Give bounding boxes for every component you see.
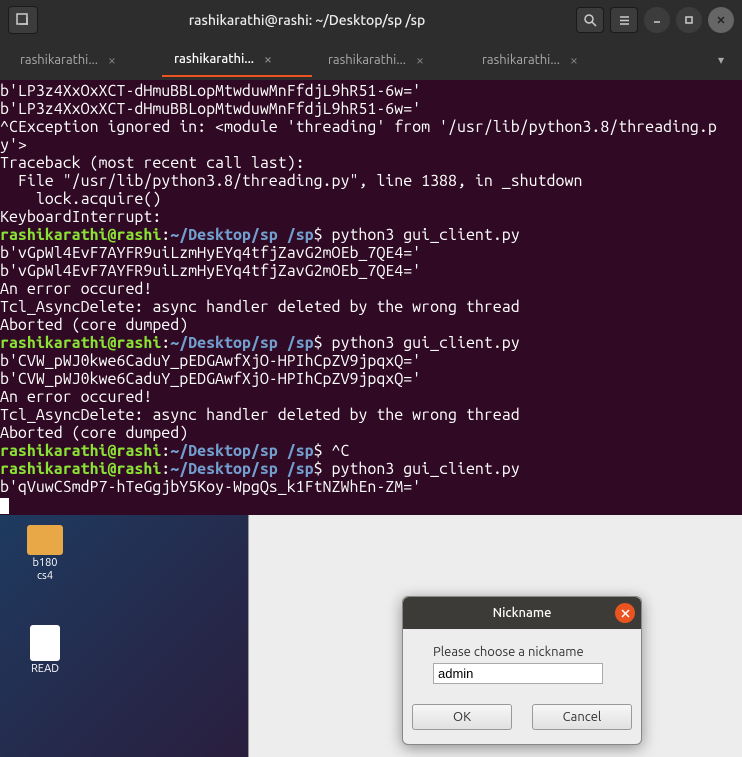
minimize-button[interactable] <box>644 7 670 33</box>
tab-label: rashikarathi... <box>482 53 560 67</box>
nickname-input[interactable] <box>433 663 603 684</box>
desktop-folder-icon[interactable]: b180cs4 <box>15 525 75 583</box>
tab-close-icon[interactable]: × <box>416 52 424 68</box>
nickname-dialog: Nickname Please choose a nickname OK Can… <box>402 596 642 745</box>
window-title: rashikarathi@rashi: ~/Desktop/sp /sp <box>44 12 570 28</box>
tab-label: rashikarathi... <box>174 52 254 66</box>
tab-overflow-menu[interactable]: ▾ <box>708 47 734 73</box>
titlebar: rashikarathi@rashi: ~/Desktop/sp /sp <box>0 0 742 40</box>
tab-close-icon[interactable]: × <box>108 52 116 68</box>
desktop-background: b180cs4 READ <box>0 515 250 757</box>
terminal-output[interactable]: b'LP3z4XxOxXCT-dHmuBBLopMtwduwMnFfdjL9hR… <box>0 80 742 515</box>
menu-button[interactable] <box>610 7 638 33</box>
close-button[interactable] <box>708 7 734 33</box>
desktop-file-icon[interactable]: READ <box>15 625 75 676</box>
icon-label: b180cs4 <box>32 557 57 583</box>
tab-bar: rashikarathi...×rashikarathi...×rashikar… <box>0 40 742 80</box>
ok-button[interactable]: OK <box>412 704 512 730</box>
icon-label: READ <box>31 663 59 676</box>
cancel-button[interactable]: Cancel <box>532 704 632 730</box>
tab-close-icon[interactable]: × <box>264 51 272 67</box>
dialog-close-button[interactable] <box>615 603 635 623</box>
maximize-button[interactable] <box>676 7 702 33</box>
search-button[interactable] <box>576 7 604 33</box>
tab-label: rashikarathi... <box>328 53 406 67</box>
dialog-title-text: Nickname <box>493 606 552 620</box>
terminal-tab[interactable]: rashikarathi... × <box>162 43 312 77</box>
tab-close-icon[interactable]: × <box>570 52 578 68</box>
terminal-tab[interactable]: rashikarathi... × <box>470 43 620 77</box>
dialog-titlebar: Nickname <box>403 597 641 629</box>
tab-label: rashikarathi... <box>20 53 98 67</box>
folder-icon <box>27 525 63 555</box>
dialog-label: Please choose a nickname <box>433 645 611 659</box>
terminal-tab[interactable]: rashikarathi... × <box>8 43 158 77</box>
terminal-tab[interactable]: rashikarathi... × <box>316 43 466 77</box>
file-icon <box>30 625 60 661</box>
new-tab-button[interactable] <box>8 6 38 34</box>
